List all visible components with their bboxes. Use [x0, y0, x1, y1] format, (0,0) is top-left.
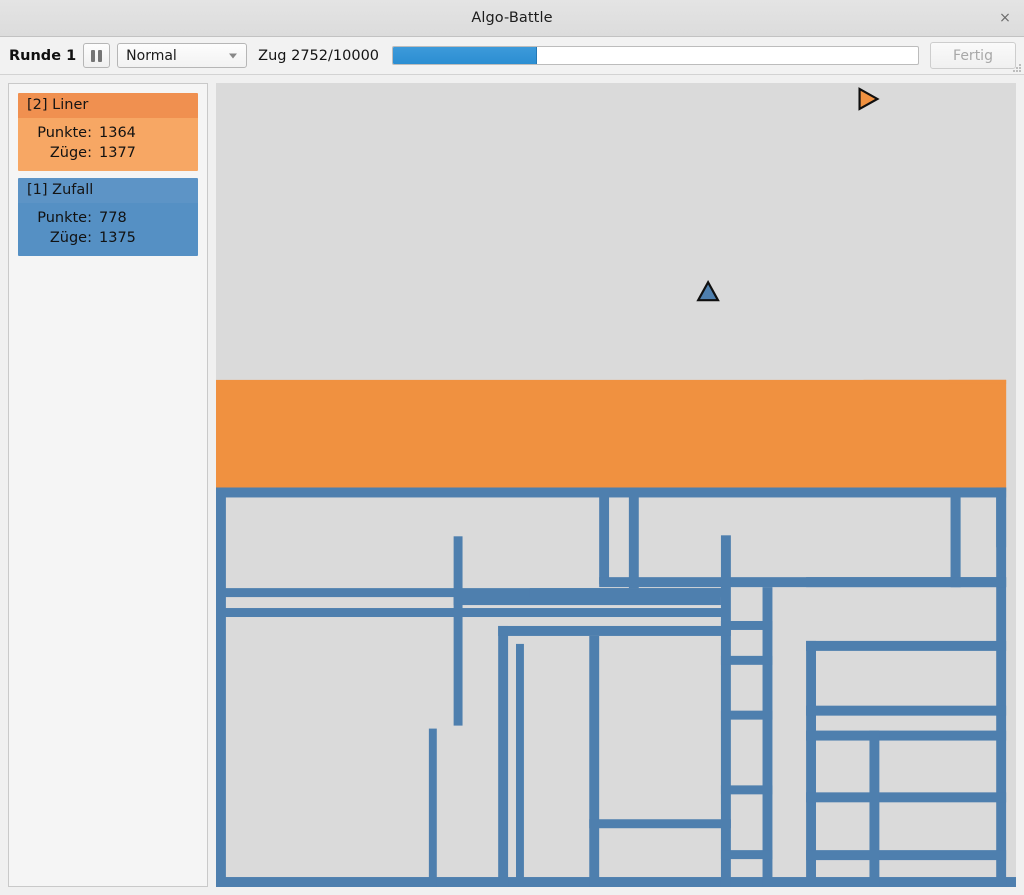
player-card-header: [2] Liner	[18, 93, 198, 118]
player-marker-liner	[858, 87, 880, 111]
speed-select-value: Normal	[126, 47, 177, 64]
sidebar-scoreboard: [2] Liner Punkte: 1364 Züge: 1377 [1] Zu…	[8, 83, 208, 887]
app-window: Algo-Battle × Runde 1 Normal Zug 2752/10…	[0, 0, 1024, 895]
stat-row-punkte: Punkte: 778	[30, 210, 186, 226]
main-body: [2] Liner Punkte: 1364 Züge: 1377 [1] Zu…	[0, 75, 1024, 895]
title-bar: Algo-Battle ×	[0, 0, 1024, 37]
blue-trail	[216, 487, 1016, 887]
player-card-header: [1] Zufall	[18, 178, 198, 203]
resize-grip-icon	[1013, 64, 1022, 73]
move-counter-label: Zug 2752/10000	[258, 47, 380, 64]
game-canvas[interactable]	[216, 83, 1016, 887]
pause-icon-bar-left	[91, 49, 96, 62]
stat-value-punkte: 1364	[99, 125, 136, 141]
round-label: Runde 1	[9, 47, 77, 64]
stat-value-zuege: 1377	[99, 145, 136, 161]
player-card-body: Punkte: 1364 Züge: 1377	[18, 118, 198, 171]
game-board[interactable]	[216, 83, 1016, 887]
pause-button[interactable]	[83, 43, 111, 68]
stat-label-zuege: Züge:	[49, 145, 92, 161]
stat-label-punkte: Punkte:	[37, 125, 92, 141]
stat-value-punkte: 778	[99, 210, 127, 226]
player-card-body: Punkte: 778 Züge: 1375	[18, 203, 198, 256]
player-card-zufall[interactable]: [1] Zufall Punkte: 778 Züge: 1375	[18, 178, 198, 256]
stat-label-zuege: Züge:	[49, 230, 92, 246]
stat-value-zuege: 1375	[99, 230, 136, 246]
progress-bar-fill	[393, 47, 538, 64]
stat-row-punkte: Punkte: 1364	[30, 125, 186, 141]
speed-select[interactable]: Normal	[117, 43, 248, 68]
close-icon[interactable]: ×	[994, 7, 1016, 29]
done-button[interactable]: Fertig	[930, 42, 1016, 69]
stat-label-punkte: Punkte:	[37, 210, 92, 226]
player-marker-zufall	[696, 279, 720, 302]
orange-territory	[216, 379, 1007, 492]
pause-icon-bar-right	[98, 49, 103, 62]
board-svg	[216, 87, 1016, 887]
progress-bar	[392, 46, 919, 65]
stat-row-zuege: Züge: 1377	[30, 145, 186, 161]
stat-row-zuege: Züge: 1375	[30, 230, 186, 246]
window-title: Algo-Battle	[471, 10, 553, 26]
chevron-down-icon	[229, 53, 238, 58]
toolbar: Runde 1 Normal Zug 2752/10000 Fertig	[0, 37, 1024, 75]
player-card-liner[interactable]: [2] Liner Punkte: 1364 Züge: 1377	[18, 93, 198, 171]
